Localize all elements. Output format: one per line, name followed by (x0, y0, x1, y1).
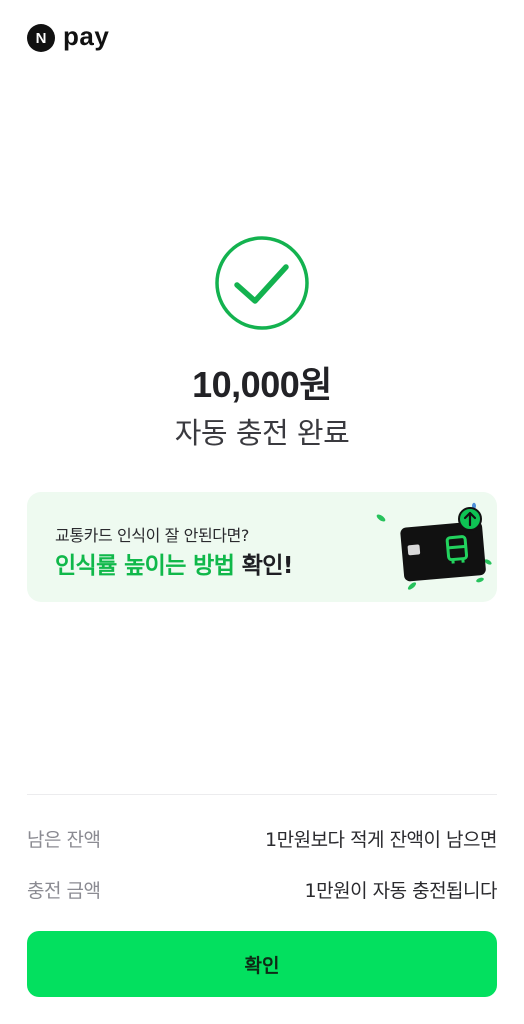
charge-status: 자동 충전 완료 (174, 416, 350, 450)
banner-title: 인식률 높이는 방법 확인! (55, 546, 293, 580)
npay-logo-text: pay (63, 21, 110, 51)
info-divider (27, 794, 497, 795)
info-label: 충전 금액 (27, 879, 101, 902)
info-row-remaining-balance: 남은 잔액 1만원보다 적게 잔액이 남으면 (27, 823, 497, 853)
transit-card-icon (376, 502, 492, 590)
banner-title-highlight: 인식률 높이는 방법 (55, 553, 235, 579)
info-row-charge-amount: 충전 금액 1만원이 자동 충전됩니다 (27, 874, 498, 904)
recognition-tips-banner[interactable]: 교통카드 인식이 잘 안된다면? 인식률 높이는 방법 확인! (27, 492, 497, 602)
info-value: 1만원보다 적게 잔액이 남으면 (265, 828, 497, 851)
npay-logo: N pay (27, 21, 110, 52)
banner-title-rest: 확인! (234, 553, 294, 579)
auto-charge-complete-screen: N pay 10,000원 자동 충전 완료 교통카드 인식이 잘 안된다면? … (0, 0, 524, 1024)
charge-amount: 10,000원 (192, 364, 332, 405)
info-label: 남은 잔액 (27, 828, 101, 851)
confirm-button[interactable]: 확인 (27, 931, 497, 997)
banner-subtitle: 교통카드 인식이 잘 안된다면? (55, 526, 249, 545)
info-value: 1만원이 자동 충전됩니다 (304, 879, 498, 902)
check-circle-icon (215, 236, 309, 330)
npay-logo-badge: N (27, 24, 55, 52)
